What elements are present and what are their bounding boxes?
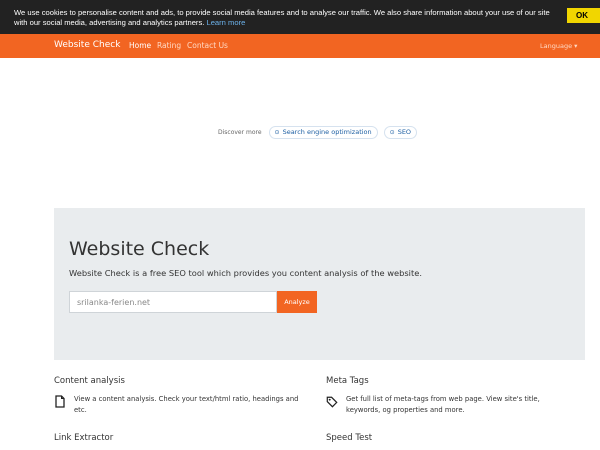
cookie-ok-button[interactable]: OK [567, 8, 600, 23]
chip-seo[interactable]: ⊙ SEO [383, 125, 418, 139]
page-title: Website Check [69, 238, 210, 260]
feature-link-extractor: Link Extractor [54, 433, 113, 443]
document-icon [55, 395, 65, 408]
feature-description: View a content analysis. Check your text… [74, 395, 299, 414]
brand-logo[interactable]: Website Check [54, 40, 120, 50]
navbar: Website Check Home Rating Contact Us Lan… [0, 34, 600, 58]
domain-input[interactable] [69, 291, 277, 313]
cookie-banner: We use cookies to personalise content an… [0, 0, 600, 34]
chip-search-engine-optimization[interactable]: ⊙ Search engine optimization [268, 125, 378, 139]
nav-home[interactable]: Home [129, 41, 151, 50]
feature-title[interactable]: Content analysis [54, 376, 304, 386]
chip-label: SEO [397, 128, 412, 136]
discover-label: Discover more [218, 128, 262, 136]
feature-meta-tags: Meta Tags Get full list of meta-tags fro… [326, 376, 576, 415]
feature-title[interactable]: Link Extractor [54, 433, 113, 443]
tag-icon [326, 396, 338, 408]
chip-label: Search engine optimization [282, 128, 372, 136]
cookie-text: We use cookies to personalise content an… [14, 8, 550, 27]
nav-rating[interactable]: Rating [157, 41, 181, 50]
feature-speed-test: Speed Test [326, 433, 372, 443]
analyze-button[interactable]: Analyze [277, 291, 317, 313]
language-dropdown[interactable]: Language ▾ [540, 42, 577, 50]
search-icon: ⊙ [389, 128, 395, 136]
discover-more: Discover more ⊙ Search engine optimizati… [218, 125, 418, 139]
search-icon: ⊙ [274, 128, 280, 136]
feature-title[interactable]: Meta Tags [326, 376, 576, 386]
hero-subtitle: Website Check is a free SEO tool which p… [69, 268, 422, 278]
feature-title[interactable]: Speed Test [326, 433, 372, 443]
hero-panel: Website Check Website Check is a free SE… [54, 208, 585, 360]
feature-content-analysis: Content analysis View a content analysis… [54, 376, 304, 415]
feature-description: Get full list of meta-tags from web page… [346, 395, 540, 414]
nav-contact-us[interactable]: Contact Us [187, 41, 228, 50]
learn-more-link[interactable]: Learn more [206, 18, 245, 27]
